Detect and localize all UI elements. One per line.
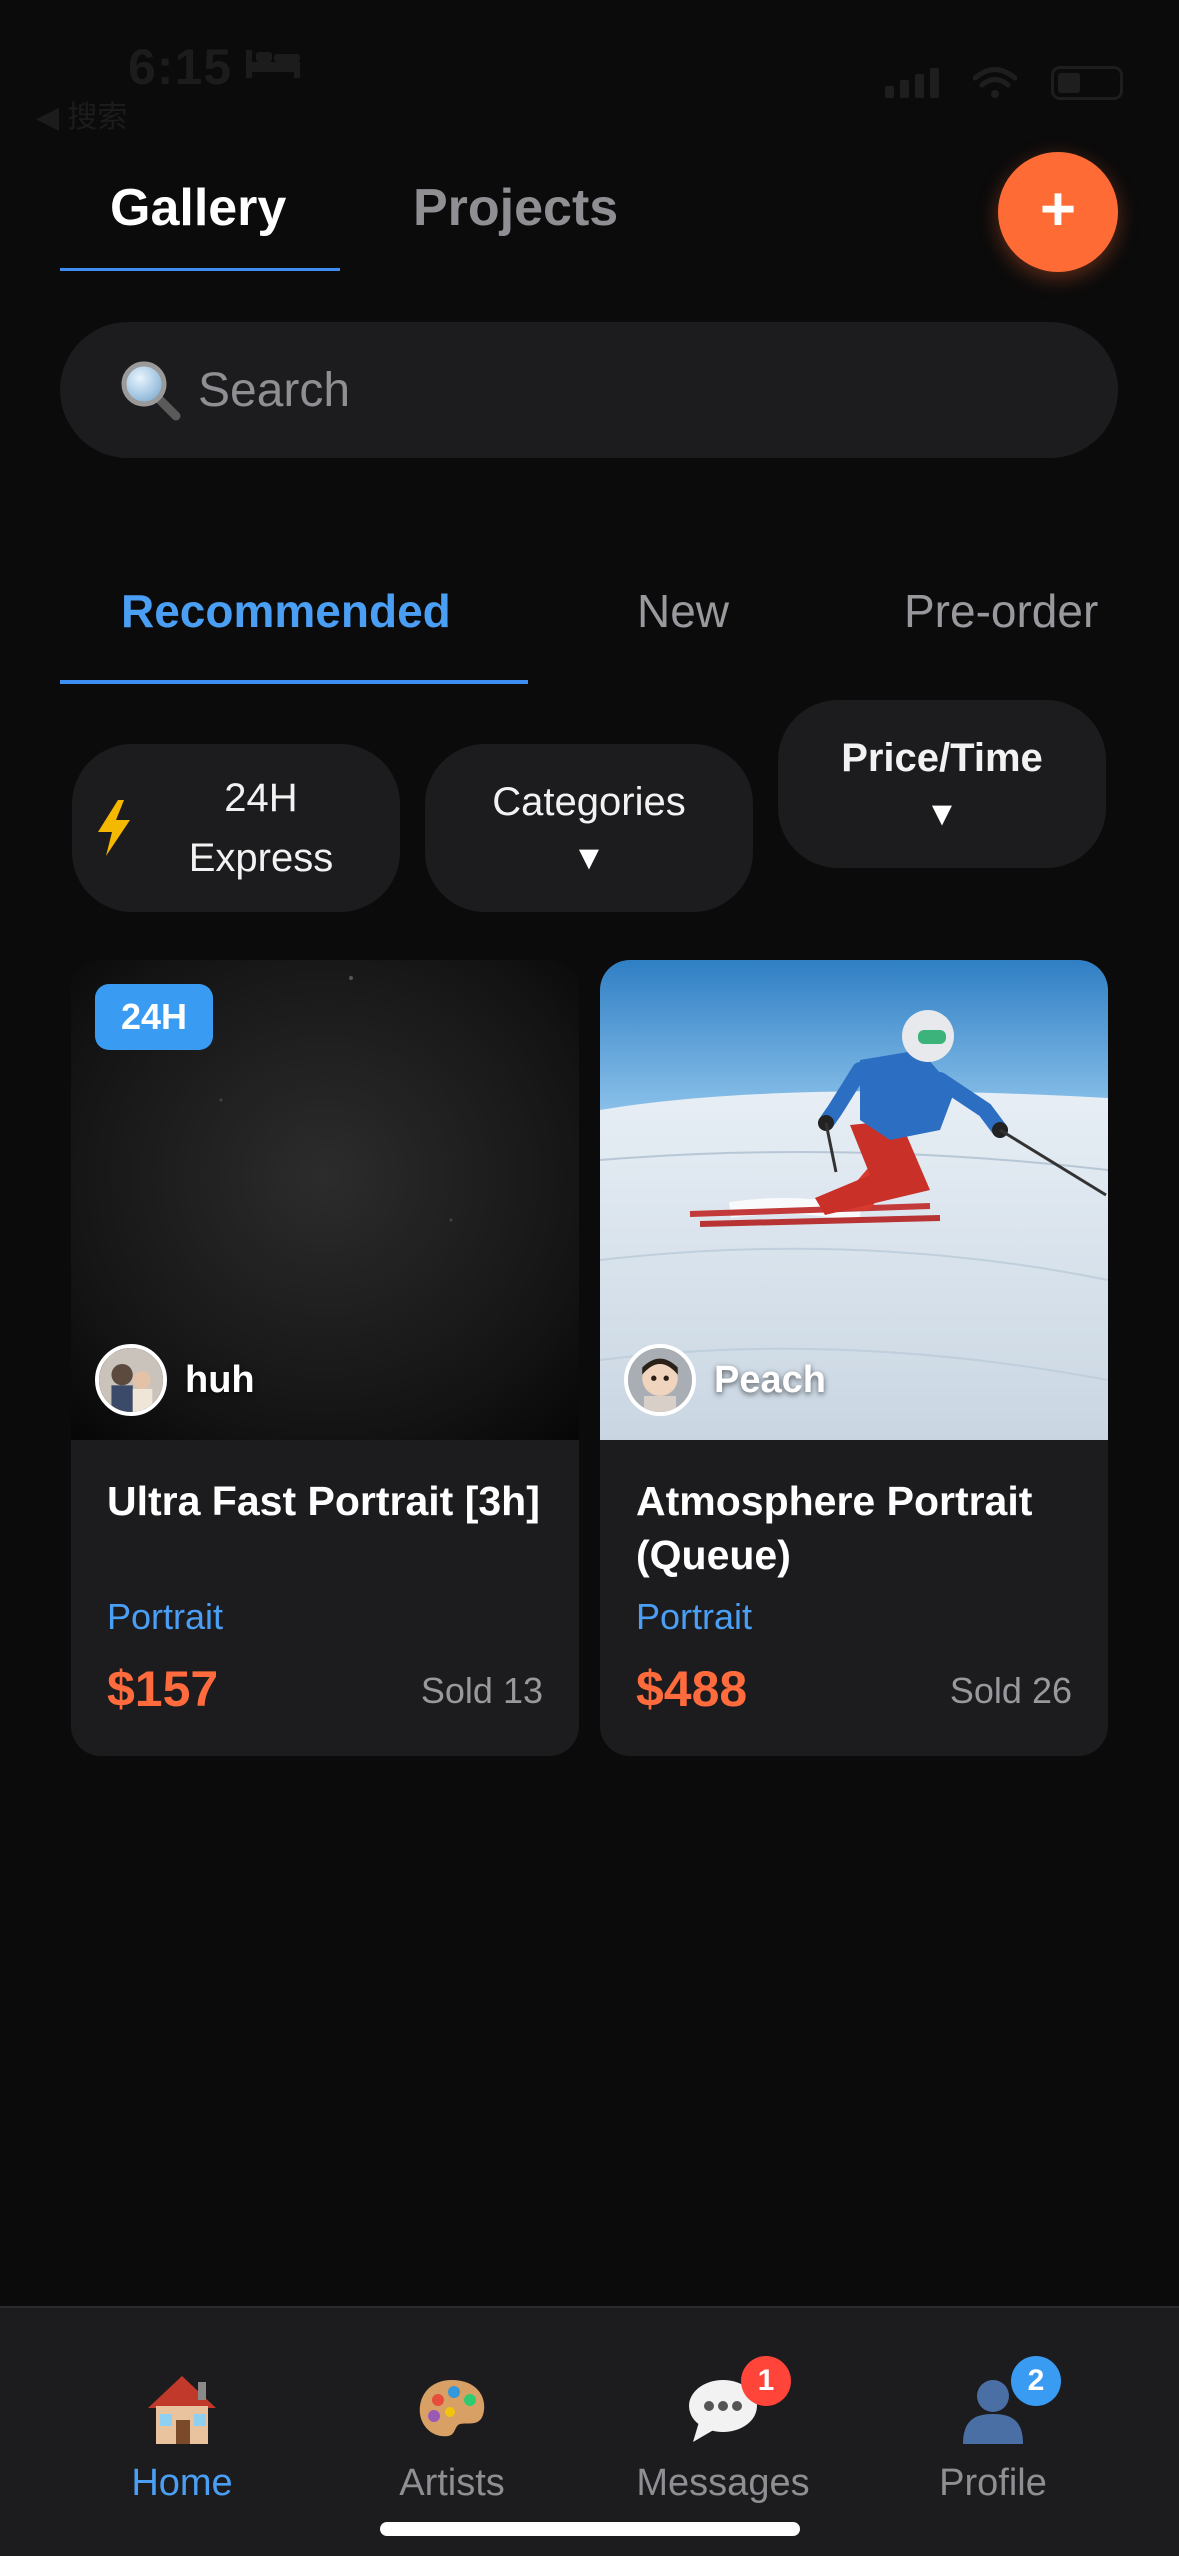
avatar bbox=[624, 1344, 696, 1416]
nav-home-label: Home bbox=[131, 2462, 233, 2504]
artist-name: huh bbox=[185, 1358, 255, 1401]
bottom-nav: Home Artists 1 Messages 2 Profile bbox=[0, 2306, 1179, 2556]
search-bar[interactable] bbox=[60, 322, 1118, 458]
tab-new[interactable]: New bbox=[637, 584, 729, 638]
search-input[interactable] bbox=[198, 362, 998, 418]
tab-recommended[interactable]: Recommended bbox=[121, 584, 451, 638]
wifi-icon bbox=[973, 67, 1017, 98]
filter-price-time-label: Price/Time bbox=[841, 736, 1043, 780]
tab-gallery[interactable]: Gallery bbox=[110, 178, 286, 238]
filter-label-wrap: Price/Time ▼ bbox=[841, 728, 1043, 840]
top-tabs: Gallery Projects bbox=[60, 150, 680, 274]
house-icon bbox=[148, 2376, 216, 2444]
active-subtab-indicator bbox=[60, 680, 528, 684]
plus-icon: + bbox=[1039, 175, 1077, 244]
nav-artists[interactable]: Artists bbox=[332, 2370, 572, 2505]
card-price: $488 bbox=[636, 1661, 748, 1717]
battery-icon bbox=[1051, 66, 1123, 100]
avatar bbox=[95, 1344, 167, 1416]
product-card[interactable]: 24H huh Ultra Fast Portrait [3h] Portrai… bbox=[71, 960, 579, 1756]
signal-icon bbox=[885, 68, 939, 98]
card-sold-count: Sold 13 bbox=[420, 1670, 543, 1711]
artist-info[interactable]: huh bbox=[95, 1344, 255, 1416]
filter-label-wrap: Categories ▼ bbox=[492, 772, 685, 884]
palette-icon bbox=[419, 2380, 485, 2437]
back-to-search-link[interactable]: ◀ 搜索 bbox=[36, 92, 127, 136]
status-bar: 6:15 ◀ 搜索 bbox=[0, 0, 1179, 140]
dropdown-arrow-icon: ▼ bbox=[925, 795, 959, 833]
card-price: $157 bbox=[107, 1661, 219, 1717]
nav-home[interactable]: Home bbox=[62, 2370, 302, 2505]
card-title: Atmosphere Portrait (Queue) bbox=[636, 1478, 1033, 1578]
card-sold-count: Sold 26 bbox=[949, 1670, 1072, 1711]
card-category[interactable]: Portrait bbox=[636, 1596, 752, 1638]
filter-categories[interactable]: Categories ▼ bbox=[425, 744, 753, 912]
dropdown-arrow-icon: ▼ bbox=[572, 839, 606, 877]
card-title: Ultra Fast Portrait [3h] bbox=[107, 1478, 540, 1524]
status-time: 6:15 bbox=[128, 39, 233, 95]
nav-messages-label: Messages bbox=[636, 2462, 810, 2504]
nav-messages[interactable]: 1 Messages bbox=[603, 2356, 843, 2505]
nav-profile-label: Profile bbox=[939, 2462, 1047, 2504]
home-indicator bbox=[380, 2522, 800, 2536]
tab-pre-order[interactable]: Pre-order bbox=[904, 584, 1098, 638]
profile-badge: 2 bbox=[1011, 2356, 1061, 2406]
artist-name: Peach bbox=[714, 1358, 826, 1401]
nav-messages-icon-wrap: 1 bbox=[683, 2356, 791, 2450]
add-button[interactable]: + bbox=[998, 152, 1118, 272]
filter-24h-express[interactable]: 24H Express bbox=[72, 744, 400, 912]
product-card[interactable]: Peach Atmosphere Portrait (Queue) Portra… bbox=[600, 960, 1108, 1756]
card-category[interactable]: Portrait bbox=[107, 1596, 223, 1638]
nav-artists-label: Artists bbox=[399, 2462, 505, 2504]
bed-icon bbox=[246, 50, 300, 78]
messages-badge: 1 bbox=[741, 2356, 791, 2406]
filter-label: 24H Express bbox=[176, 768, 346, 888]
nav-profile[interactable]: 2 Profile bbox=[873, 2356, 1113, 2505]
filter-categories-label: Categories bbox=[492, 780, 686, 824]
category-tabs: Recommended New Pre-order bbox=[60, 560, 1179, 684]
status-icons bbox=[885, 66, 1123, 100]
tab-projects[interactable]: Projects bbox=[413, 178, 618, 238]
search-icon bbox=[121, 361, 181, 421]
filter-24h-express-label: 24H Express bbox=[188, 776, 334, 880]
active-tab-indicator bbox=[60, 268, 340, 271]
express-badge: 24H bbox=[95, 984, 214, 1050]
nav-profile-icon-wrap: 2 bbox=[953, 2356, 1061, 2450]
lightning-icon bbox=[98, 800, 130, 856]
filter-price-time[interactable]: Price/Time ▼ bbox=[778, 700, 1106, 868]
artist-info[interactable]: Peach bbox=[624, 1344, 826, 1416]
